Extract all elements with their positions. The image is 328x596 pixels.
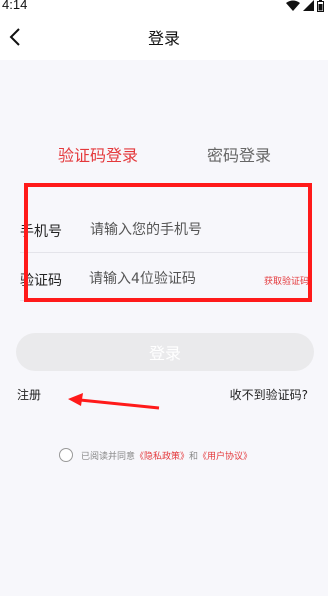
tab-password-login[interactable]: 密码登录 — [207, 142, 271, 166]
code-divider — [20, 300, 312, 301]
nav-bar: 登录 — [0, 14, 328, 60]
page-title: 登录 — [147, 29, 180, 48]
annotation-arrow — [68, 393, 160, 410]
privacy-policy-link[interactable]: 《隐私政策》 — [135, 449, 189, 462]
status-bar: 4:14 — [0, 0, 328, 14]
wifi-icon — [286, 0, 300, 11]
code-label: 验证码 — [20, 273, 62, 289]
tab-sms-login[interactable]: 验证码登录 — [58, 142, 138, 166]
phone-label: 手机号 — [20, 224, 62, 240]
agree-radio[interactable] — [59, 448, 73, 462]
no-code-link[interactable]: 收不到验证码? — [230, 386, 308, 403]
user-agreement-link[interactable]: 《用户协议》 — [198, 449, 252, 462]
agreement-prefix: 已阅读并同意 — [81, 451, 136, 462]
code-input[interactable] — [89, 268, 249, 290]
phone-divider — [20, 252, 312, 253]
status-time: 4:14 — [2, 0, 28, 12]
status-icons — [286, 0, 324, 12]
login-tabs: 验证码登录 密码登录 — [0, 142, 328, 168]
register-link[interactable]: 注册 — [17, 386, 41, 403]
phone-input[interactable] — [90, 219, 290, 241]
signal-icon — [303, 0, 314, 11]
login-button[interactable]: 登录 — [16, 333, 314, 371]
get-code-button[interactable]: 获取验证码 — [264, 274, 309, 287]
agreement-row: 已阅读并同意 《隐私政策》 和 《用户协议》 — [59, 447, 252, 463]
battery-icon — [317, 0, 324, 12]
agreement-and: 和 — [189, 451, 199, 462]
